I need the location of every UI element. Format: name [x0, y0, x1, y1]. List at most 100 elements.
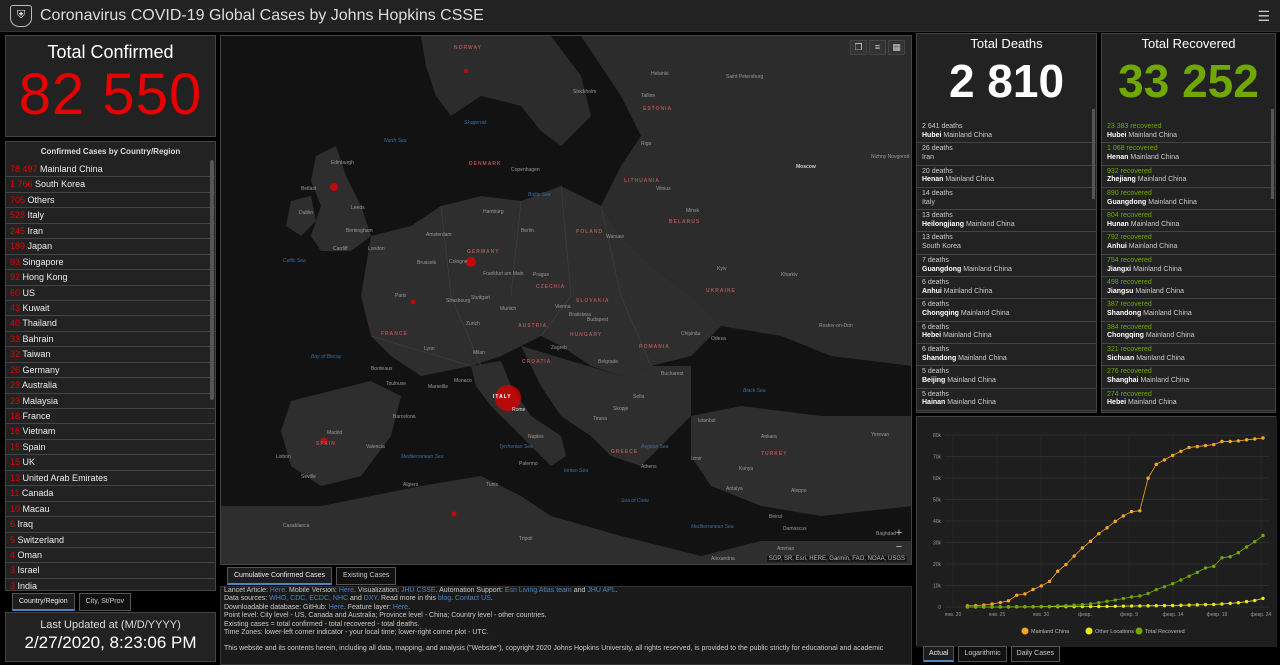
deaths-list-item[interactable]: 6 deaths Anhui Mainland China	[917, 277, 1096, 300]
country-list-item[interactable]: 705 Others	[6, 193, 215, 209]
recovered-list-scrollbar[interactable]	[1271, 109, 1274, 199]
country-list-scrollbar[interactable]	[210, 160, 214, 400]
recovered-list-item[interactable]: 321 recovered Sichuan Mainland China	[1102, 344, 1275, 367]
country-list-item[interactable]: 32 Taiwan	[6, 347, 215, 363]
github-link[interactable]: Here	[329, 604, 344, 611]
mobile-link[interactable]: Here	[339, 587, 354, 594]
country-list-item[interactable]: 23 Australia	[6, 378, 215, 394]
dxy-link[interactable]: DXY	[364, 595, 378, 602]
esri-link[interactable]: Esri Living Atlas team	[505, 587, 572, 594]
country-list-item[interactable]: 60 US	[6, 286, 215, 301]
country-list-item[interactable]: 18 France	[6, 409, 215, 425]
recovered-list-item[interactable]: 384 recovered Chongqing Mainland China	[1102, 322, 1275, 344]
jhu-apl-link[interactable]: JHU APL	[587, 587, 615, 594]
recovered-list-item[interactable]: 274 recovered Hebei Mainland China	[1102, 389, 1275, 411]
deaths-list-item[interactable]: 4 deathsHunan Mainland China	[917, 411, 1096, 412]
deaths-list-item[interactable]: 14 deaths Italy	[917, 188, 1096, 211]
country-list-item[interactable]: 4 Oman	[6, 548, 215, 564]
chart-tabs: Actual Logarithmic Daily Cases	[923, 646, 1061, 662]
lancet-link[interactable]: Here	[270, 587, 285, 594]
recovered-list-item[interactable]: 932 recovered Zhejiang Mainland China	[1102, 166, 1275, 188]
bookmark-icon[interactable]: ❐	[850, 40, 867, 55]
basemap-gallery-icon[interactable]: ▦	[888, 40, 905, 55]
zoom-in-icon[interactable]: +	[893, 526, 905, 540]
cases-line-chart[interactable]: 0 10k 20k 30k 40k 50k 60k 70k 80k янв. 20 янв. 25 я…	[917, 417, 1277, 647]
country-list-item[interactable]: 3 Israel	[6, 563, 215, 579]
recovered-list-item[interactable]: 270 recoveredHeilongjiang Mainland China	[1102, 411, 1275, 412]
recovered-list-item[interactable]: 890 recovered Guangdong Mainland China	[1102, 188, 1275, 211]
deaths-list-item[interactable]: 7 deaths Guangdong Mainland China	[917, 255, 1096, 278]
tab-cumulative-confirmed[interactable]: Cumulative Confirmed Cases	[227, 567, 333, 585]
feature-layer-link[interactable]: Here	[393, 604, 408, 611]
data-point	[1253, 437, 1257, 441]
country-list-item[interactable]: 43 Kuwait	[6, 301, 215, 317]
data-point	[1088, 539, 1093, 543]
data-point	[1072, 554, 1076, 558]
zoom-out-icon[interactable]: −	[893, 540, 905, 554]
recovered-list-item[interactable]: 754 recovered Jiangxi Mainland China	[1102, 255, 1275, 278]
deaths-list-item[interactable]: 26 deaths Iran	[917, 143, 1096, 166]
tab-actual[interactable]: Actual	[923, 646, 955, 662]
country-list-item[interactable]: 16 Vietnam	[6, 424, 215, 440]
tab-logarithmic[interactable]: Logarithmic	[958, 646, 1007, 662]
blog-link[interactable]: blog	[438, 595, 451, 602]
place-name: Hebei	[922, 332, 942, 340]
recovered-count: 804 recovered	[1107, 212, 1152, 220]
country-list-item[interactable]: 93 Singapore	[6, 255, 215, 271]
recovered-list-item[interactable]: 387 recovered Shandong Mainland China	[1102, 299, 1275, 322]
deaths-list-item[interactable]: 6 deaths Chongqing Mainland China	[917, 299, 1096, 322]
tab-city-state[interactable]: City, St/Prov	[78, 593, 132, 611]
tab-daily-cases[interactable]: Daily Cases	[1010, 646, 1061, 662]
country-list-item[interactable]: 6 Iraq	[6, 517, 215, 533]
tab-country-region[interactable]: Country/Region	[12, 593, 75, 611]
country-list-item[interactable]: 5 Switzerland	[6, 533, 215, 548]
data-point	[1220, 602, 1224, 606]
country-list-item[interactable]: 245 Iran	[6, 224, 215, 240]
y-tick-label: 40k	[933, 519, 942, 525]
country-list-item[interactable]: 78 497 Mainland China	[6, 162, 215, 178]
recovered-list-item[interactable]: 276 recovered Shanghai Mainland China	[1102, 366, 1275, 389]
deaths-list-scrollbar[interactable]	[1092, 109, 1095, 199]
deaths-list-item[interactable]: 13 deaths Heilongjiang Mainland China	[917, 210, 1096, 233]
country-list-item[interactable]: 1 766 South Korea	[6, 177, 215, 193]
data-point	[1014, 593, 1019, 597]
hamburger-menu-icon[interactable]: ☰	[1257, 8, 1270, 25]
deaths-list-item[interactable]: 5 deaths Hainan Mainland China	[917, 389, 1096, 411]
deaths-list-item[interactable]: 6 deaths Hebei Mainland China	[917, 322, 1096, 344]
tab-existing-cases[interactable]: Existing Cases	[336, 567, 397, 585]
recovered-list-item[interactable]: 1 068 recovered Henan Mainland China	[1102, 143, 1275, 166]
deaths-list-item[interactable]: 2 641 deaths Hubei Mainland China	[917, 121, 1096, 144]
country-list-item[interactable]: 23 Malaysia	[6, 394, 215, 409]
recovered-list-item[interactable]: 804 recovered Hunan Mainland China	[1102, 210, 1275, 233]
recovered-count: 276 recovered	[1107, 368, 1152, 376]
deaths-count: 14 deaths	[922, 189, 953, 197]
country-list-item[interactable]: 15 UK	[6, 455, 215, 471]
jhu-csse-link[interactable]: JHU CSSE	[401, 587, 436, 594]
country-list-item[interactable]: 10 Macau	[6, 502, 215, 518]
list-icon[interactable]: ≡	[869, 40, 886, 55]
recovered-list-item[interactable]: 23 383 recovered Hubei Mainland China	[1102, 121, 1275, 144]
recovered-list-item[interactable]: 792 recovered Anhui Mainland China	[1102, 232, 1275, 255]
country-list-item[interactable]: 26 Germany	[6, 363, 215, 379]
country-list-item[interactable]: 189 Japan	[6, 239, 215, 255]
country-list-item[interactable]: 11 Canada	[6, 486, 215, 502]
country-list-item[interactable]: 92 Hong Kong	[6, 270, 215, 286]
country-list-item[interactable]: 33 Bahrain	[6, 332, 215, 348]
data-point	[1187, 603, 1191, 607]
contact-link[interactable]: Contact US	[455, 595, 491, 602]
recovered-list-item[interactable]: 498 recovered Jiangsu Mainland China	[1102, 277, 1275, 300]
country-list-item[interactable]: 40 Thailand	[6, 316, 215, 332]
country-name: Oman	[17, 549, 43, 560]
deaths-list-item[interactable]: 5 deaths Beijing Mainland China	[917, 366, 1096, 389]
map-view[interactable]: NORWAY DENMARK LITHUANIA ESTONIA BELARUS…	[220, 35, 912, 565]
deaths-list-item[interactable]: 13 deaths South Korea	[917, 232, 1096, 255]
country-list-item[interactable]: 15 Spain	[6, 440, 215, 456]
country-list-item[interactable]: 3 India	[6, 579, 215, 590]
deaths-count: 20 deaths	[922, 167, 953, 175]
country-list-item[interactable]: 13 United Arab Emirates	[6, 471, 215, 487]
data-sources-link[interactable]: WHO, CDC, ECDC, NHC	[269, 595, 348, 602]
map-label-sea-of-crete: Sea of Crete	[621, 498, 650, 504]
deaths-list-item[interactable]: 6 deaths Shandong Mainland China	[917, 344, 1096, 367]
deaths-list-item[interactable]: 20 deaths Henan Mainland China	[917, 166, 1096, 188]
country-list-item[interactable]: 528 Italy	[6, 208, 215, 224]
